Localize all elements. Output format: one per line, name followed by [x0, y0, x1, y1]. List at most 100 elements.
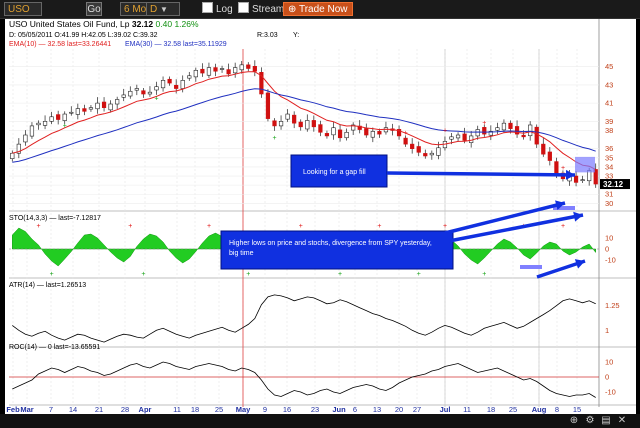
roc-tick-label: 10 [605, 358, 613, 367]
candle [154, 86, 159, 91]
candle [580, 179, 585, 181]
chart-area[interactable]: ++++++++ ++++++++++++++ FebMar7142128Apr… [5, 19, 636, 414]
y-tick-label: 38 [605, 126, 613, 135]
x-tick-label: 18 [487, 405, 495, 414]
chart-type-icon[interactable]: ▤ [600, 415, 612, 427]
y-tick-label: 31 [605, 190, 613, 199]
candle [482, 127, 487, 135]
candle [423, 153, 428, 157]
y-tick-label: 30 [605, 199, 613, 208]
roc-tick-label: 0 [605, 373, 609, 382]
x-tick-label: 21 [95, 405, 103, 414]
candle [29, 125, 35, 137]
candle [469, 135, 474, 143]
stream-checkbox[interactable]: Stream [238, 2, 284, 16]
log-label: Log [216, 4, 233, 15]
candle [167, 78, 172, 84]
x-tick-label: 15 [573, 405, 581, 414]
candle [370, 131, 375, 138]
candle [501, 122, 507, 131]
x-tick-label: 16 [283, 405, 291, 414]
y-tick-label: 36 [605, 144, 613, 153]
x-tick-label: 14 [69, 405, 77, 414]
roc-line [12, 361, 596, 398]
x-tick-label: 27 [413, 405, 421, 414]
candle [147, 91, 153, 95]
trade-now-button[interactable]: ⊕ Trade Now [283, 2, 353, 16]
sto-buy-marker: + [50, 271, 54, 278]
candle [206, 67, 212, 76]
r-readout: R:3.03 [257, 32, 278, 39]
x-tick-label: 11 [463, 405, 471, 414]
interval-select[interactable]: D ▼ [146, 2, 180, 16]
log-checkbox[interactable]: Log [202, 2, 233, 16]
status-bar: ⊕ ⚙ ▤ ✕ [0, 414, 640, 428]
candle [193, 70, 198, 78]
x-tick-label: Apr [139, 405, 152, 414]
y-tick-label: 39 [605, 117, 613, 126]
candle [128, 90, 133, 97]
candle [108, 103, 113, 111]
sto-buy-marker: + [246, 271, 250, 278]
trade-icon: ⊕ [288, 4, 299, 15]
sto-sell-marker: + [443, 223, 447, 230]
y-tick-label: 35 [605, 153, 613, 162]
candle [101, 101, 107, 108]
candle [134, 88, 139, 91]
ema30-legend: EMA(30) — 32.58 last=35.11929 [125, 41, 227, 48]
candle [174, 84, 179, 89]
last-price-label: 32.12 [603, 180, 624, 189]
x-tick-label: Aug [532, 405, 547, 414]
atr-tick-label: 1 [605, 326, 609, 335]
sto-tick-label: -10 [605, 256, 616, 265]
candle [495, 127, 500, 131]
candle [233, 67, 238, 74]
sto-tick-label: 10 [605, 234, 613, 243]
go-button[interactable]: Go [86, 2, 102, 16]
candle [436, 147, 441, 156]
atr-label: ATR(14) — last=1.26513 [9, 282, 86, 289]
candle [36, 122, 41, 126]
buy-marker: + [273, 135, 277, 142]
stream-label: Stream [252, 4, 285, 15]
checkbox-icon [202, 2, 213, 13]
candle [344, 131, 349, 139]
candle [23, 134, 28, 143]
candle [364, 128, 369, 136]
y-tick-label: 34 [605, 162, 613, 171]
zoom-icon[interactable]: ⊕ [568, 415, 580, 427]
atr-tick-label: 1.25 [605, 301, 620, 310]
candle [56, 114, 61, 120]
candle [187, 75, 192, 79]
candle [246, 64, 251, 69]
candle [10, 152, 15, 160]
close-icon[interactable]: ✕ [616, 415, 628, 427]
candle [82, 108, 87, 112]
x-tick-label: 11 [173, 405, 181, 414]
sto-buy-marker: + [338, 271, 342, 278]
roc-label: ROC(14) — 0 last=-13.65591 [9, 344, 100, 351]
roc-tick-label: -10 [605, 388, 616, 397]
symbol-input[interactable]: USO ▼ [4, 2, 42, 28]
settings-icon[interactable]: ⚙ [584, 415, 596, 427]
sto-low-highlight [520, 265, 542, 269]
gap-fill-text: Looking for a gap fill [303, 169, 366, 176]
x-tick-label: 23 [311, 405, 319, 414]
higher-lows-line-1: Higher lows on price and stochs, diverge… [229, 240, 432, 247]
x-tick-label: Mar [20, 405, 33, 414]
sto-buy-marker: + [417, 271, 421, 278]
x-tick-label: Jun [332, 405, 346, 414]
candle [311, 120, 316, 128]
candle [285, 113, 290, 120]
ema10-legend: EMA(10) — 32.58 last=33.26441 [9, 41, 111, 48]
sto-buy-marker: + [141, 271, 145, 278]
x-tick-label: 28 [121, 405, 129, 414]
candle [455, 134, 461, 139]
sell-marker: + [482, 120, 486, 127]
candle [298, 121, 303, 128]
candle [429, 152, 434, 156]
chart-svg[interactable]: ++++++++ ++++++++++++++ FebMar7142128Apr… [5, 19, 636, 414]
gap-arrow [386, 171, 576, 177]
toolbar: USO ▼ Go 6 Mo ▼ D ▼ Log Stream ⊕ Trade N… [0, 0, 640, 28]
trade-label: Trade Now [298, 4, 348, 15]
